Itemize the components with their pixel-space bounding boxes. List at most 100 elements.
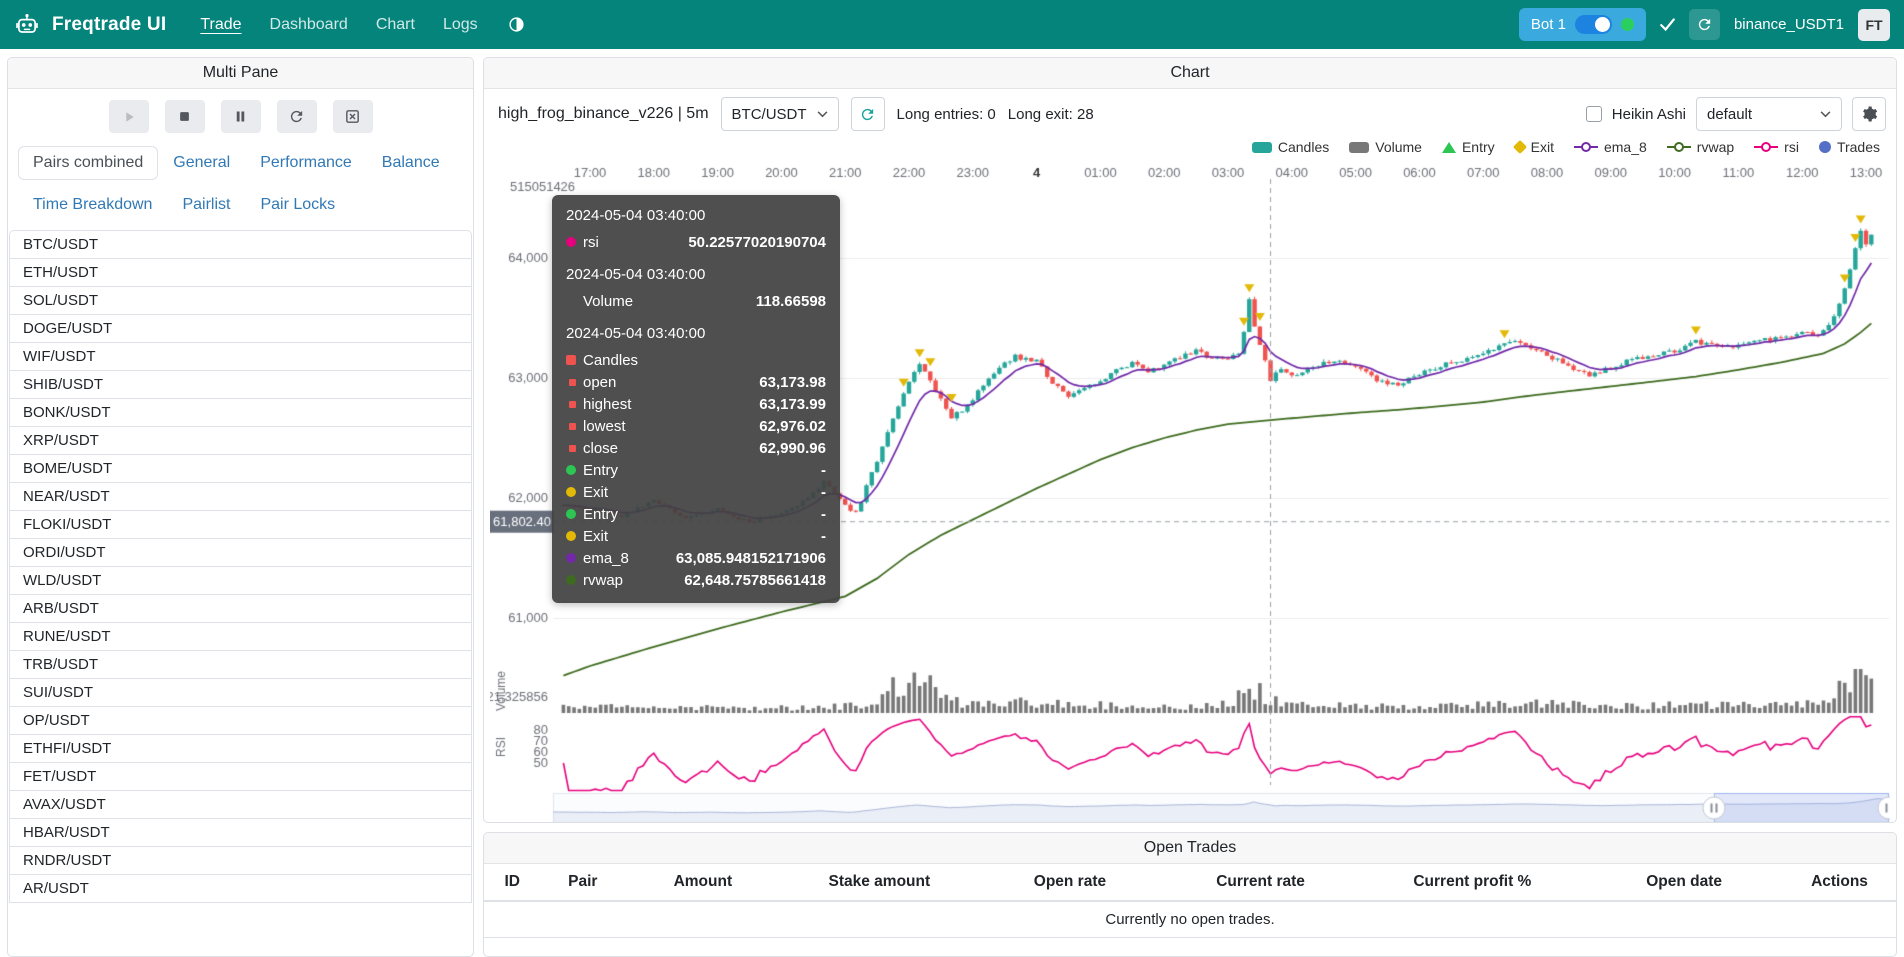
exit-legend-icon	[1513, 140, 1527, 154]
pair-row-arb-usdt[interactable]: ARB/USDT	[9, 594, 472, 623]
nav-link-trade[interactable]: Trade	[186, 10, 255, 40]
legend-label: ema_8	[1604, 139, 1647, 155]
pair-row-rune-usdt[interactable]: RUNE/USDT	[9, 622, 472, 651]
chart-legend: Candles Volume Entry Exit ema_8 rvwap rsi Trade…	[484, 137, 1896, 157]
pair-select[interactable]: BTC/USDT	[721, 97, 839, 131]
pair-row-fet-usdt[interactable]: FET/USDT	[9, 762, 472, 791]
heikin-ashi-checkbox[interactable]	[1586, 106, 1602, 122]
sidebar-tab-balance[interactable]: Balance	[367, 146, 455, 180]
legend-label: Trades	[1837, 139, 1880, 155]
refresh-chart-button[interactable]	[851, 97, 885, 131]
pair-row-rndr-usdt[interactable]: RNDR/USDT	[9, 846, 472, 875]
bot-control-buttons	[8, 89, 473, 142]
sidebar-tab-pair-locks[interactable]: Pair Locks	[245, 188, 350, 222]
sidebar-tab-pairs-combined[interactable]: Pairs combined	[18, 146, 158, 180]
refresh-all-button[interactable]	[1689, 9, 1720, 40]
column-header-current-rate: Current rate	[1162, 864, 1360, 901]
pair-row-wif-usdt[interactable]: WIF/USDT	[9, 342, 472, 371]
legend-label: Exit	[1531, 139, 1554, 155]
ema_8-legend-icon	[1574, 141, 1598, 153]
column-header-amount: Amount	[625, 864, 780, 901]
nav-link-dashboard[interactable]: Dashboard	[256, 10, 362, 40]
nav-link-logs[interactable]: Logs	[429, 10, 492, 40]
legend-label: Entry	[1462, 139, 1495, 155]
pair-row-btc-usdt[interactable]: BTC/USDT	[9, 230, 472, 259]
pair-row-ethfi-usdt[interactable]: ETHFI/USDT	[9, 734, 472, 763]
pair-row-trb-usdt[interactable]: TRB/USDT	[9, 650, 472, 679]
user-avatar[interactable]: FT	[1858, 9, 1890, 41]
check-icon	[1660, 18, 1675, 31]
chart-panel: Chart high_frog_binance_v226 | 5m BTC/US…	[483, 57, 1897, 823]
sidebar-tab-general[interactable]: General	[158, 146, 245, 180]
chevron-down-icon	[817, 111, 828, 118]
nav-link-chart[interactable]: Chart	[362, 10, 429, 40]
legend-item-ema_8[interactable]: ema_8	[1574, 139, 1647, 155]
pause-button[interactable]	[221, 100, 261, 133]
clear-table-button[interactable]	[333, 100, 373, 133]
reload-config-button[interactable]	[277, 100, 317, 133]
pair-row-op-usdt[interactable]: OP/USDT	[9, 706, 472, 735]
sidebar-tab-time-breakdown[interactable]: Time Breakdown	[18, 188, 167, 222]
exchange-account-label: binance_USDT1	[1734, 16, 1844, 33]
column-header-stake-amount: Stake amount	[781, 864, 979, 901]
column-header-current-profit-: Current profit %	[1359, 864, 1585, 901]
pair-row-ar-usdt[interactable]: AR/USDT	[9, 874, 472, 903]
multi-pane-title: Multi Pane	[8, 58, 473, 89]
stop-button[interactable]	[165, 100, 205, 133]
nav-links: TradeDashboardChartLogs	[186, 10, 491, 40]
pair-row-floki-usdt[interactable]: FLOKI/USDT	[9, 510, 472, 539]
entry-legend-icon	[1442, 142, 1456, 153]
candles-legend-icon	[1252, 142, 1272, 153]
sidebar-tabs: Pairs combinedGeneralPerformanceBalance T…	[8, 142, 473, 230]
plot-settings-button[interactable]	[1852, 97, 1886, 131]
long-entries-label: Long entries: 0	[897, 106, 996, 123]
legend-item-exit[interactable]: Exit	[1515, 139, 1554, 155]
legend-label: Candles	[1278, 139, 1329, 155]
open-trades-title: Open Trades	[484, 833, 1896, 864]
pair-row-bonk-usdt[interactable]: BONK/USDT	[9, 398, 472, 427]
volume-legend-icon	[1349, 142, 1369, 153]
pair-row-ordi-usdt[interactable]: ORDI/USDT	[9, 538, 472, 567]
open-trades-panel: Open Trades IDPairAmountStake amountOpen…	[483, 832, 1897, 957]
pair-row-sui-usdt[interactable]: SUI/USDT	[9, 678, 472, 707]
pair-row-eth-usdt[interactable]: ETH/USDT	[9, 258, 472, 287]
pair-row-wld-usdt[interactable]: WLD/USDT	[9, 566, 472, 595]
plot-config-select[interactable]: default	[1696, 97, 1842, 131]
bot-toggle[interactable]	[1575, 15, 1612, 34]
pair-row-hbar-usdt[interactable]: HBAR/USDT	[9, 818, 472, 847]
pair-row-bome-usdt[interactable]: BOME/USDT	[9, 454, 472, 483]
freqtrade-robot-icon	[14, 12, 40, 38]
legend-item-rsi[interactable]: rsi	[1754, 139, 1799, 155]
pair-list: BTC/USDTETH/USDTSOL/USDTDOGE/USDTWIF/USD…	[9, 230, 472, 903]
bot-online-indicator	[1621, 18, 1634, 31]
sidebar-tab-performance[interactable]: Performance	[245, 146, 367, 180]
bot-selector[interactable]: Bot 1	[1519, 8, 1646, 41]
trades-legend-icon	[1819, 141, 1831, 153]
strategy-timeframe-label: high_frog_binance_v226 | 5m	[498, 105, 709, 123]
pair-row-doge-usdt[interactable]: DOGE/USDT	[9, 314, 472, 343]
pair-row-avax-usdt[interactable]: AVAX/USDT	[9, 790, 472, 819]
play-button[interactable]	[109, 100, 149, 133]
legend-item-entry[interactable]: Entry	[1442, 139, 1495, 155]
rvwap-legend-icon	[1667, 141, 1691, 153]
theme-moon-icon[interactable]	[508, 16, 525, 33]
pair-row-xrp-usdt[interactable]: XRP/USDT	[9, 426, 472, 455]
bot-name: Bot 1	[1531, 16, 1566, 33]
price-chart-canvas[interactable]	[490, 157, 1890, 823]
app-title: Freqtrade UI	[52, 14, 166, 36]
column-header-open-date: Open date	[1585, 864, 1783, 901]
long-exit-label: Long exit: 28	[1008, 106, 1094, 123]
legend-item-rvwap[interactable]: rvwap	[1667, 139, 1734, 155]
sidebar-tab-pairlist[interactable]: Pairlist	[167, 188, 245, 222]
legend-item-volume[interactable]: Volume	[1349, 139, 1422, 155]
legend-item-candles[interactable]: Candles	[1252, 139, 1329, 155]
legend-label: rvwap	[1697, 139, 1734, 155]
open-trades-table: IDPairAmountStake amountOpen rateCurrent…	[484, 864, 1896, 938]
gear-icon	[1860, 105, 1878, 123]
legend-item-trades[interactable]: Trades	[1819, 139, 1880, 155]
pair-row-sol-usdt[interactable]: SOL/USDT	[9, 286, 472, 315]
pair-row-shib-usdt[interactable]: SHIB/USDT	[9, 370, 472, 399]
heikin-ashi-label: Heikin Ashi	[1612, 106, 1686, 123]
pair-row-near-usdt[interactable]: NEAR/USDT	[9, 482, 472, 511]
legend-label: rsi	[1784, 139, 1799, 155]
